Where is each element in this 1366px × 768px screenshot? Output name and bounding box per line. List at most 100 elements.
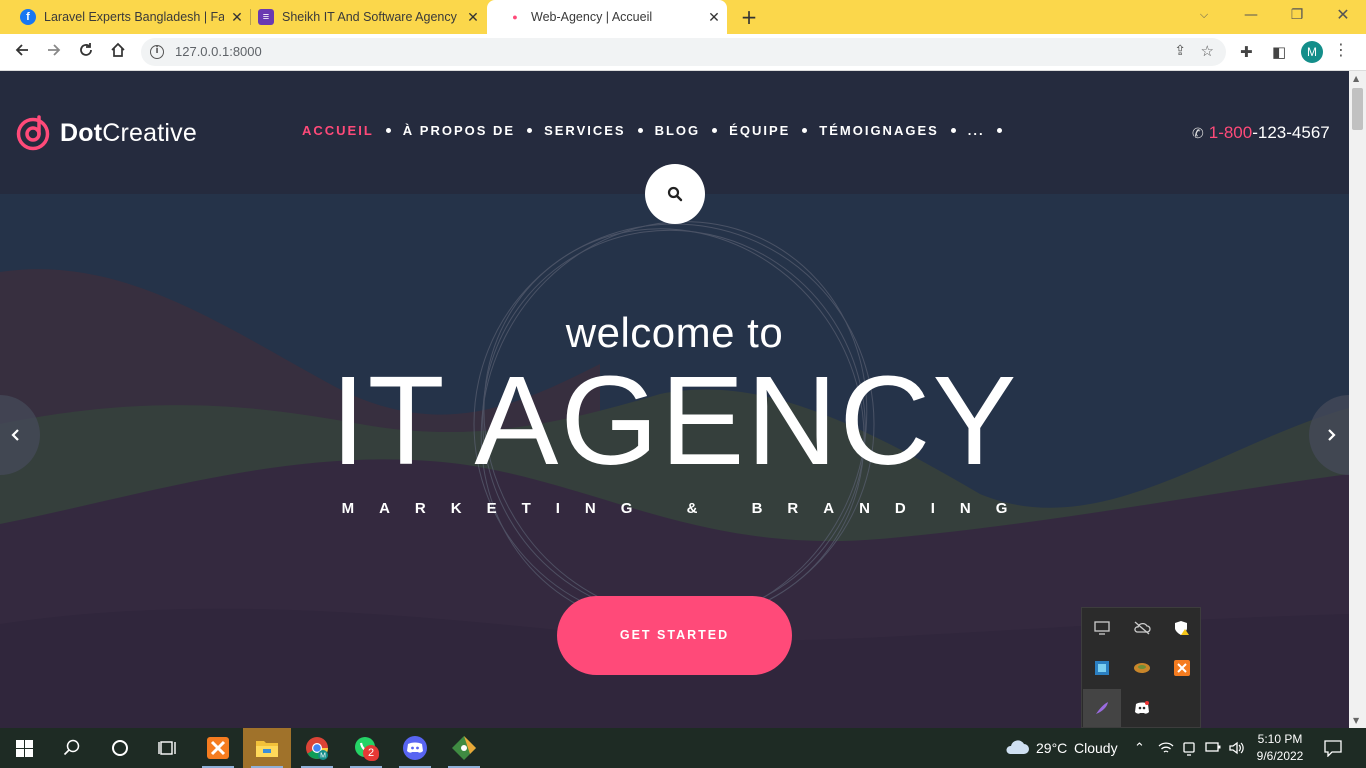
system-clock[interactable]: 5:10 PM 9/6/2022 [1250, 731, 1310, 765]
discord-taskbar-button[interactable] [391, 728, 439, 768]
phone-icon: ✆ [1192, 124, 1204, 141]
search-button[interactable] [645, 164, 705, 224]
weather-text[interactable]: Cloudy [1074, 728, 1118, 768]
brand-name: DotCreative [60, 118, 197, 147]
back-button[interactable] [8, 39, 36, 67]
wifi-icon[interactable] [1158, 741, 1174, 755]
restore-button[interactable]: ❐ [1274, 0, 1320, 30]
security-warning-icon[interactable] [1163, 609, 1201, 647]
nav-item-services[interactable]: SERVICES [544, 123, 626, 138]
xampp-tray-icon[interactable] [1163, 649, 1201, 687]
cortana-button[interactable] [96, 728, 144, 768]
minimize-button[interactable]: — [1228, 0, 1274, 30]
reload-button[interactable] [72, 39, 100, 67]
meet-now-icon[interactable] [1182, 740, 1196, 756]
clock-date: 9/6/2022 [1256, 749, 1304, 763]
nav-separator [950, 128, 956, 133]
search-icon [63, 739, 80, 756]
xampp-taskbar-button[interactable] [194, 728, 242, 768]
feather-icon[interactable] [1083, 689, 1121, 727]
chevron-left-icon [11, 429, 19, 441]
svg-text:M: M [320, 753, 326, 760]
reload-icon [80, 43, 92, 56]
clock-time: 5:10 PM [1257, 732, 1303, 746]
dot-logo-icon [16, 115, 50, 151]
weather-cloud-icon [1006, 740, 1029, 754]
scroll-up-icon[interactable]: ▲ [1353, 74, 1359, 83]
display-icon[interactable] [1083, 609, 1121, 647]
git-taskbar-button[interactable] [440, 728, 488, 768]
nav-item-more[interactable]: ... [968, 123, 985, 138]
tab-search-icon[interactable]: ⌵ [1181, 0, 1227, 30]
url-text[interactable]: 127.0.0.1:8000 [175, 44, 262, 59]
toolbar: i 127.0.0.1:8000 ⇪ ☆ ✚ ◧ M ⋮ [0, 34, 1366, 71]
nav-item-accueil[interactable]: ACCUEIL [302, 123, 374, 138]
folder-icon [256, 741, 278, 757]
task-view-button[interactable] [144, 728, 192, 768]
search-icon [667, 186, 683, 202]
chrome-taskbar-button[interactable]: M [293, 728, 341, 768]
nav-item-a-propos[interactable]: À PROPOS DE [403, 123, 515, 138]
phone-number[interactable]: ✆ 1-800 -123-4567 [1192, 123, 1330, 143]
bookmark-star-icon[interactable]: ☆ [1201, 42, 1214, 60]
tab-sheikh-it[interactable]: ≡ Sheikh IT And Software Agency ✕ [238, 0, 486, 34]
close-window-button[interactable]: ✕ [1320, 0, 1366, 30]
forward-arrow-icon [48, 44, 61, 56]
page-scrollbar[interactable]: ▲ ▼ [1349, 71, 1366, 728]
back-arrow-icon [15, 44, 28, 56]
chevron-right-icon [1328, 429, 1336, 441]
tab-title: Laravel Experts Bangladesh | Face [44, 10, 224, 24]
get-started-button[interactable]: GET STARTED [557, 596, 792, 675]
weather-temp[interactable]: 29°C [1036, 728, 1067, 768]
scroll-thumb[interactable] [1352, 88, 1363, 130]
git-icon [452, 736, 476, 760]
hero-title: IT AGENCY [330, 350, 1019, 491]
file-explorer-button[interactable] [243, 728, 291, 768]
profile-avatar[interactable]: M [1301, 41, 1323, 63]
facebook-icon: f [20, 9, 36, 25]
list-icon: ≡ [258, 9, 274, 25]
tab-web-agency[interactable]: ● Web-Agency | Accueil ✕ [487, 0, 727, 34]
nav-item-equipe[interactable]: ÉQUIPE [729, 123, 790, 138]
discord-tray-icon[interactable] [1123, 689, 1161, 727]
close-tab-icon[interactable]: ✕ [460, 9, 486, 26]
address-bar[interactable]: i 127.0.0.1:8000 ⇪ ☆ [141, 38, 1226, 66]
forward-button[interactable] [40, 39, 68, 67]
home-button[interactable] [104, 39, 132, 67]
menu-icon[interactable]: ⋮ [1330, 40, 1352, 59]
nav-separator [712, 128, 718, 133]
side-panel-icon[interactable]: ◧ [1272, 43, 1286, 61]
volume-icon[interactable] [1228, 740, 1246, 756]
app-blue-icon[interactable] [1083, 649, 1121, 687]
cortana-circle-icon [112, 740, 128, 756]
main-nav: ACCUEIL À PROPOS DE SERVICES BLOG ÉQUIPE… [302, 123, 1014, 138]
nav-separator [802, 128, 808, 133]
new-tab-button[interactable]: + [738, 4, 760, 30]
discord-icon [403, 736, 427, 760]
site-info-icon[interactable]: i [150, 45, 164, 59]
scroll-down-icon[interactable]: ▼ [1353, 716, 1359, 725]
dot-icon: ● [512, 12, 518, 22]
nav-item-blog[interactable]: BLOG [655, 123, 701, 138]
chrome-icon: M [306, 737, 328, 760]
nav-separator [385, 128, 391, 133]
share-icon[interactable]: ⇪ [1174, 43, 1186, 59]
taskbar-search-button[interactable] [48, 728, 96, 768]
disk-icon[interactable] [1123, 649, 1161, 687]
start-button[interactable] [0, 728, 48, 768]
battery-icon[interactable] [1205, 741, 1221, 753]
notification-icon[interactable] [1324, 740, 1342, 757]
tab-laravel-experts[interactable]: f Laravel Experts Bangladesh | Face ✕ [0, 0, 250, 34]
show-hidden-icons-chevron-icon[interactable]: ⌃ [1134, 728, 1145, 768]
taskbar: M 29°C Cloudy ⌃ 5:10 PM 9/6/2022 [0, 728, 1366, 768]
hero-subtitle: MARKETING & BRANDING [341, 500, 1033, 517]
tab-title: Sheikh IT And Software Agency [282, 10, 457, 24]
extensions-icon[interactable]: ✚ [1240, 43, 1253, 61]
close-tab-icon[interactable]: ✕ [701, 9, 727, 26]
nav-separator [637, 128, 643, 133]
site-logo[interactable]: DotCreative [16, 114, 197, 152]
nav-item-temoignages[interactable]: TÉMOIGNAGES [819, 123, 939, 138]
task-view-icon [158, 741, 176, 755]
tray-overflow-popup [1081, 607, 1201, 728]
cloud-off-icon[interactable] [1123, 609, 1161, 647]
